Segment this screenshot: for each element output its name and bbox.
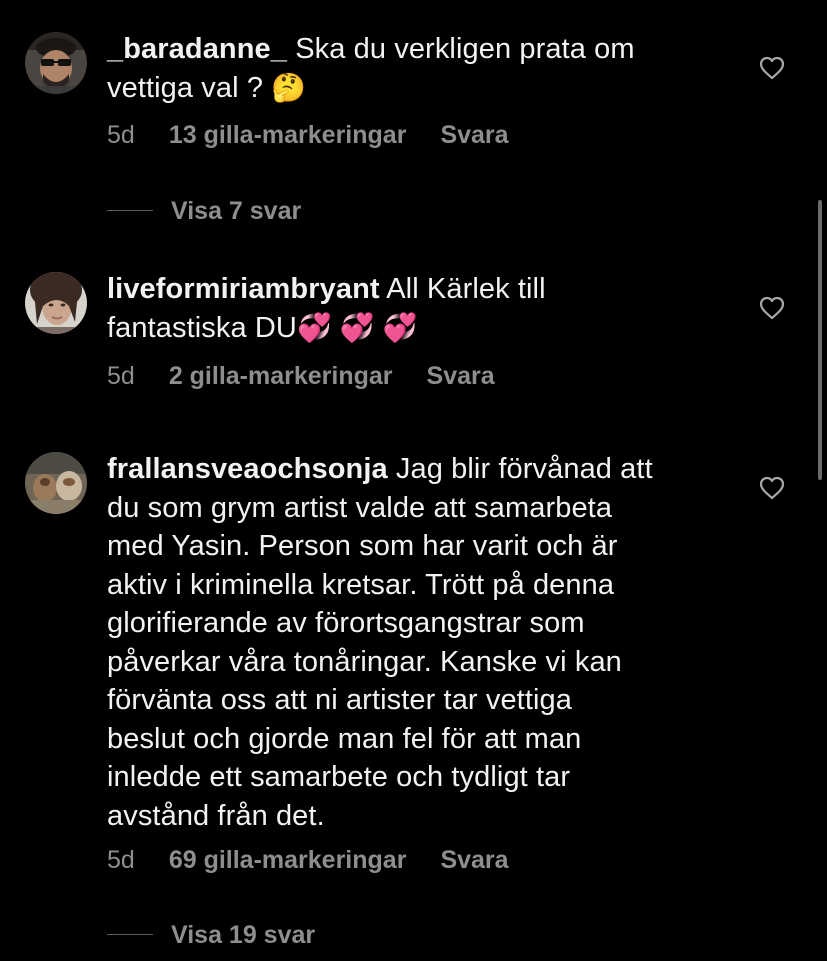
comment-likes-count[interactable]: 69 gilla-markeringar: [169, 846, 407, 875]
comment-timestamp: 5d: [107, 362, 135, 390]
comment-timestamp: 5d: [107, 121, 135, 149]
comment-text-line: aktiv i kriminella kretsar. Trött på den…: [107, 568, 615, 601]
avatar[interactable]: [25, 32, 87, 94]
scrollbar[interactable]: [818, 200, 822, 480]
comment-text-line: förvänta oss att ni artister tar vettiga: [107, 684, 572, 716]
comment-text: _baradanne_ Ska du verkligen prata om ve…: [107, 30, 717, 107]
replies-divider: [107, 209, 153, 212]
comment-username[interactable]: liveformiriambryant: [107, 273, 380, 305]
comment-text: liveformiriambryant All Kärlek till fant…: [107, 270, 717, 347]
comment-text-line: beslut och gjorde man fel för att man: [107, 722, 582, 755]
comment-text-line: Jag blir förvånad att: [395, 453, 653, 485]
heart-icon[interactable]: [759, 56, 785, 80]
comment-text-line: inledde ett samarbete och tydligt tar: [107, 761, 571, 793]
replies-divider: [107, 933, 153, 936]
comment-text: frallansveaochsonja Jag blir förvånad at…: [107, 450, 717, 835]
view-replies-button[interactable]: Visa 7 svar: [107, 197, 301, 226]
reply-button[interactable]: Svara: [440, 846, 508, 875]
comment-text-line: avstånd från det.: [107, 799, 325, 832]
heart-icon[interactable]: [759, 476, 785, 500]
comment-timestamp: 5d: [107, 846, 135, 874]
comment-likes-count[interactable]: 2 gilla-markeringar: [169, 362, 393, 391]
view-replies-label: Visa 7 svar: [171, 197, 302, 225]
comment-username[interactable]: frallansveaochsonja: [107, 453, 388, 485]
avatar[interactable]: [25, 272, 87, 334]
comment-meta: 5d 2 gilla-markeringar Svara: [107, 362, 495, 391]
comment-text-line: med Yasin. Person som har varit och är: [107, 530, 618, 562]
heart-emojis: 💞 💞 💞: [296, 311, 418, 343]
view-replies-label: Visa 19 svar: [171, 921, 316, 949]
thinking-face-emoji: 🤔: [271, 71, 307, 103]
reply-button[interactable]: Svara: [440, 121, 508, 150]
comment-text-line: du som grym artist valde att samarbeta: [107, 491, 613, 524]
comment-text-line: vettiga val ?: [107, 71, 264, 104]
comment-text-line: påverkar våra tonåringar. Kanske vi kan: [107, 645, 622, 678]
comment-meta: 5d 13 gilla-markeringar Svara: [107, 121, 509, 150]
comment-meta: 5d 69 gilla-markeringar Svara: [107, 846, 509, 875]
avatar[interactable]: [25, 452, 87, 514]
reply-button[interactable]: Svara: [427, 362, 495, 391]
comment-username[interactable]: _baradanne_: [107, 33, 287, 65]
comment-text-line: All Kärlek till: [386, 273, 546, 305]
comment-text-line: glorifierande av förortsgangstrar som: [107, 607, 585, 639]
heart-icon[interactable]: [759, 296, 785, 320]
comment-text-line: fantastiska DU: [107, 311, 297, 344]
view-replies-button[interactable]: Visa 19 svar: [107, 921, 315, 950]
comment-likes-count[interactable]: 13 gilla-markeringar: [169, 121, 407, 150]
comment-text-line: Ska du verkligen prata om: [295, 33, 635, 65]
